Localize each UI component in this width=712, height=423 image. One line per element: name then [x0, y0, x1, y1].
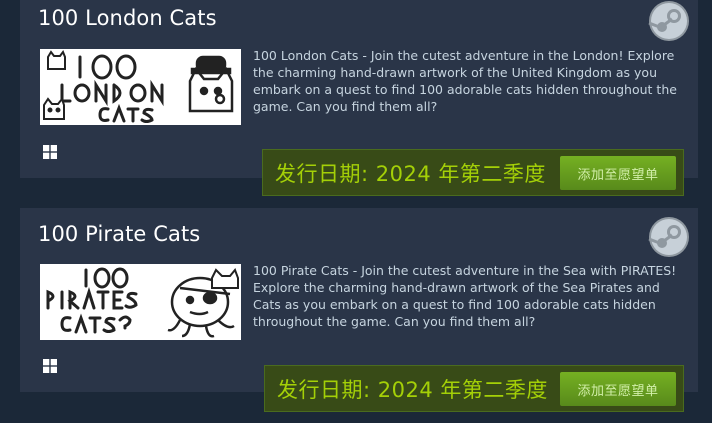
release-date-box: 发行日期: 2024 年第二季度 添加至愿望单	[262, 149, 684, 196]
add-to-wishlist-button[interactable]: 添加至愿望单	[560, 372, 676, 406]
windows-icon	[43, 145, 57, 159]
release-date-text: 发行日期: 2024 年第二季度	[277, 377, 548, 402]
thumbnail-art	[40, 264, 241, 340]
steam-logo-icon	[648, 217, 689, 257]
steam-logo-icon	[648, 1, 689, 41]
game-thumbnail[interactable]	[40, 49, 241, 125]
game-title[interactable]: 100 Pirate Cats	[38, 222, 200, 246]
game-card[interactable]: 100 London Cats 100 London Cats - Join t…	[20, 0, 698, 196]
release-date-box: 发行日期: 2024 年第二季度 添加至愿望单	[264, 365, 684, 412]
game-description: 100 Pirate Cats - Join the cutest advent…	[253, 263, 677, 329]
add-to-wishlist-button[interactable]: 添加至愿望单	[560, 156, 676, 190]
game-description: 100 London Cats - Join the cutest advent…	[253, 48, 677, 114]
windows-icon	[43, 359, 57, 373]
release-date-text: 发行日期: 2024 年第二季度	[275, 161, 546, 186]
thumbnail-art	[40, 49, 241, 125]
game-card[interactable]: 100 Pirate Cats 100 Pirate Cats - Join t…	[20, 208, 698, 412]
game-thumbnail[interactable]	[40, 264, 241, 340]
game-title[interactable]: 100 London Cats	[38, 6, 217, 30]
